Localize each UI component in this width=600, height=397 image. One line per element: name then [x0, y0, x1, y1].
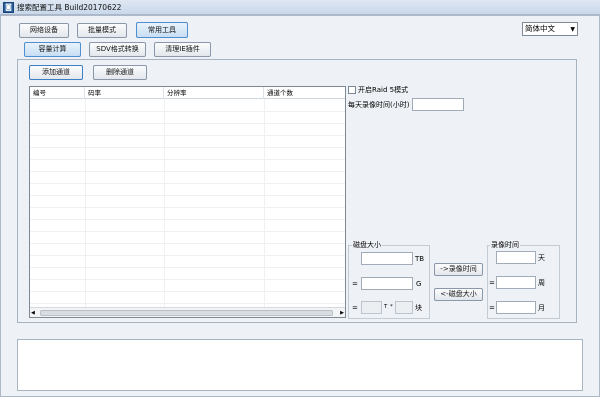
table-row-line [30, 147, 345, 148]
subtab-sdv-convert[interactable]: SDV格式转换 [89, 42, 146, 57]
record-days-input[interactable] [496, 251, 536, 264]
tab-batch-mode[interactable]: 批量模式 [77, 23, 127, 38]
app-icon: ◙ [3, 2, 14, 13]
disk-g-input[interactable] [361, 277, 413, 290]
table-row-line [30, 207, 345, 208]
to-record-time-button[interactable]: ->录像时间 [434, 263, 483, 276]
chevron-down-icon: ▼ [570, 26, 575, 33]
scrollbar-thumb[interactable] [40, 310, 333, 316]
unit-g-label: G [416, 280, 422, 288]
column-header-resolution[interactable]: 分辨率 [164, 87, 264, 99]
column-divider [264, 99, 265, 307]
record-weeks-input[interactable] [496, 276, 536, 289]
table-row-line [30, 231, 345, 232]
unit-block-label: 块 [415, 304, 422, 312]
unit-t-label: T [384, 304, 388, 310]
table-row-line [30, 219, 345, 220]
table-row-line [30, 195, 345, 196]
table-row-line [30, 159, 345, 160]
subtab-capacity-calc[interactable]: 容量计算 [24, 42, 81, 57]
scroll-right-icon[interactable]: ▶ [340, 309, 344, 317]
title-bar: ◙ 搜索配置工具 Build20170622 [0, 0, 600, 15]
column-header-channel-count[interactable]: 通道个数 [264, 87, 345, 99]
horizontal-scrollbar[interactable]: ◀ ▶ [30, 307, 345, 317]
equals-label: = [352, 304, 358, 312]
raid5-checkbox[interactable] [348, 86, 356, 94]
table-row-line [30, 303, 345, 304]
log-panel[interactable] [17, 339, 583, 391]
table-row-line [30, 279, 345, 280]
disk-tb-input[interactable] [361, 252, 413, 265]
add-channel-button[interactable]: 添加通道 [29, 65, 83, 80]
table-row-line [30, 123, 345, 124]
delete-channel-button[interactable]: 删除通道 [93, 65, 147, 80]
multiply-label: * [390, 304, 393, 310]
column-divider [85, 99, 86, 307]
table-row-line [30, 171, 345, 172]
disk-size-group-title: 磁盘大小 [352, 241, 382, 249]
unit-week-label: 周 [538, 279, 545, 287]
unit-month-label: 月 [538, 304, 545, 312]
tab-network-device[interactable]: 网络设备 [19, 23, 69, 38]
language-value: 简体中文 [525, 24, 555, 33]
unit-day-label: 天 [538, 254, 545, 262]
language-select[interactable]: 简体中文 ▼ [522, 22, 578, 36]
disk-t-input[interactable] [361, 301, 382, 314]
raid5-label: 开启Raid 5模式 [358, 86, 409, 94]
table-row-line [30, 291, 345, 292]
equals-label: = [489, 279, 495, 287]
table-row-line [30, 111, 345, 112]
column-header-bitrate[interactable]: 码率 [85, 87, 164, 99]
disk-block-count-input[interactable] [395, 301, 413, 314]
column-header-id[interactable]: 编号 [30, 87, 85, 99]
daily-record-input[interactable] [412, 98, 464, 111]
subtab-clean-ie-plugin[interactable]: 清理IE插件 [154, 42, 211, 57]
record-months-input[interactable] [496, 301, 536, 314]
scroll-left-icon[interactable]: ◀ [31, 309, 35, 317]
tab-common-tools[interactable]: 常用工具 [136, 22, 188, 38]
table-row-line [30, 243, 345, 244]
channel-table[interactable]: 编号 码率 分辨率 通道个数 ◀ ▶ [29, 86, 346, 318]
table-row-line [30, 183, 345, 184]
table-row-line [30, 135, 345, 136]
window-title: 搜索配置工具 Build20170622 [17, 3, 122, 12]
to-disk-size-button[interactable]: <-磁盘大小 [434, 288, 483, 301]
table-row-line [30, 255, 345, 256]
unit-tb-label: TB [415, 255, 425, 263]
daily-record-label: 每天录像时间(小时) [348, 101, 410, 109]
equals-label: = [489, 304, 495, 312]
table-row-line [30, 267, 345, 268]
column-divider [164, 99, 165, 307]
table-header: 编号 码率 分辨率 通道个数 [30, 87, 345, 99]
equals-label: = [352, 280, 358, 288]
record-time-group-title: 录像时间 [490, 241, 520, 249]
